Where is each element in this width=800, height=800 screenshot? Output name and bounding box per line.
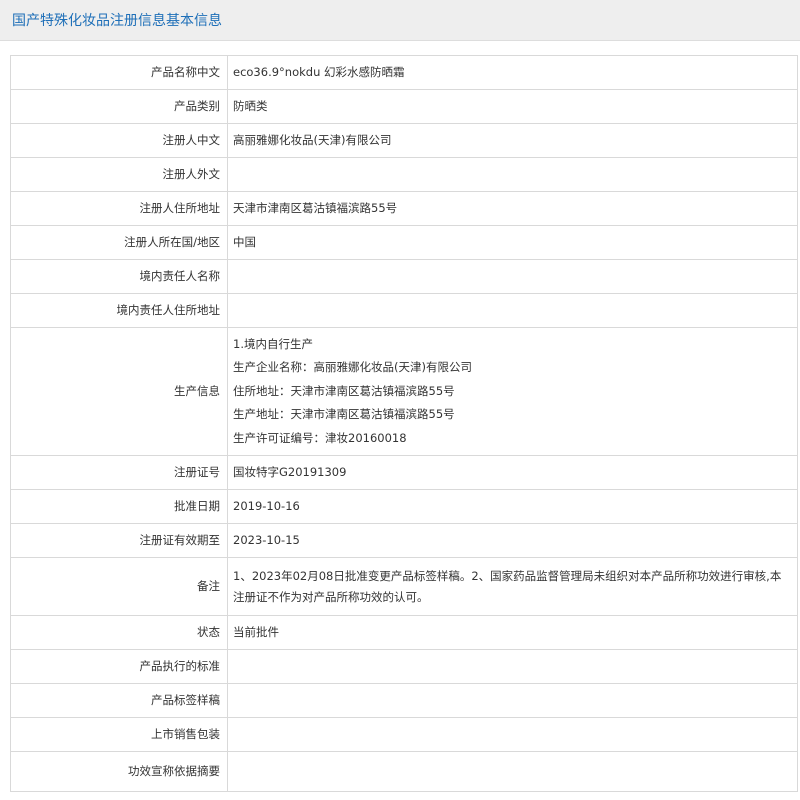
label-efficacy-summary: 功效宣称依据摘要 xyxy=(10,751,228,792)
row-domestic-agent-name: 境内责任人名称 xyxy=(10,259,798,294)
value-product-category: 防晒类 xyxy=(227,89,798,124)
value-remarks: 1、2023年02月08日批准变更产品标签样稿。2、国家药品监督管理局未组织对本… xyxy=(227,557,798,616)
row-domestic-agent-address: 境内责任人住所地址 xyxy=(10,293,798,328)
row-product-standard: 产品执行的标准 xyxy=(10,649,798,684)
row-label-draft: 产品标签样稿 xyxy=(10,683,798,718)
row-approval-date: 批准日期 2019-10-16 xyxy=(10,489,798,524)
value-production-info: 1.境内自行生产 生产企业名称：高丽雅娜化妆品(天津)有限公司 住所地址：天津市… xyxy=(227,327,798,456)
value-registrant-address: 天津市津南区葛沽镇福滨路55号 xyxy=(227,191,798,226)
value-product-standard xyxy=(227,649,798,684)
page-title: 国产特殊化妆品注册信息基本信息 xyxy=(12,13,222,29)
value-valid-until: 2023-10-15 xyxy=(227,523,798,558)
row-status: 状态 当前批件 xyxy=(10,615,798,650)
production-line-company: 生产企业名称：高丽雅娜化妆品(天津)有限公司 xyxy=(233,360,472,375)
label-registrant-foreign: 注册人外文 xyxy=(10,157,228,192)
label-label-draft: 产品标签样稿 xyxy=(10,683,228,718)
label-registrant-address: 注册人住所地址 xyxy=(10,191,228,226)
row-registration-no: 注册证号 国妆特字G20191309 xyxy=(10,455,798,490)
row-registrant-cn: 注册人中文 高丽雅娜化妆品(天津)有限公司 xyxy=(10,123,798,158)
label-valid-until: 注册证有效期至 xyxy=(10,523,228,558)
row-retail-packaging: 上市销售包装 xyxy=(10,717,798,752)
value-domestic-agent-name xyxy=(227,259,798,294)
production-line-site: 生产地址：天津市津南区葛沽镇福滨路55号 xyxy=(233,407,455,422)
row-registrant-address: 注册人住所地址 天津市津南区葛沽镇福滨路55号 xyxy=(10,191,798,226)
row-production-info: 生产信息 1.境内自行生产 生产企业名称：高丽雅娜化妆品(天津)有限公司 住所地… xyxy=(10,327,798,456)
value-domestic-agent-address xyxy=(227,293,798,328)
value-registrant-foreign xyxy=(227,157,798,192)
value-registration-no: 国妆特字G20191309 xyxy=(227,455,798,490)
row-efficacy-summary: 功效宣称依据摘要 xyxy=(10,751,798,792)
row-registrant-country: 注册人所在国/地区 中国 xyxy=(10,225,798,260)
value-status: 当前批件 xyxy=(227,615,798,650)
row-remarks: 备注 1、2023年02月08日批准变更产品标签样稿。2、国家药品监督管理局未组… xyxy=(10,557,798,616)
label-retail-packaging: 上市销售包装 xyxy=(10,717,228,752)
registration-info-table: 产品名称中文 eco36.9°nokdu 幻彩水感防晒霜 产品类别 防晒类 注册… xyxy=(10,55,798,792)
label-product-standard: 产品执行的标准 xyxy=(10,649,228,684)
value-efficacy-summary xyxy=(227,751,798,792)
row-valid-until: 注册证有效期至 2023-10-15 xyxy=(10,523,798,558)
production-line-address: 住所地址：天津市津南区葛沽镇福滨路55号 xyxy=(233,383,455,398)
label-approval-date: 批准日期 xyxy=(10,489,228,524)
value-registrant-cn: 高丽雅娜化妆品(天津)有限公司 xyxy=(227,123,798,158)
header-bar: 国产特殊化妆品注册信息基本信息 xyxy=(0,0,800,41)
label-product-category: 产品类别 xyxy=(10,89,228,124)
row-registrant-foreign: 注册人外文 xyxy=(10,157,798,192)
label-production-info: 生产信息 xyxy=(10,327,228,456)
label-status: 状态 xyxy=(10,615,228,650)
value-registrant-country: 中国 xyxy=(227,225,798,260)
value-product-name-cn: eco36.9°nokdu 幻彩水感防晒霜 xyxy=(227,55,798,90)
production-line-license: 生产许可证编号：津妆20160018 xyxy=(233,430,407,445)
label-registration-no: 注册证号 xyxy=(10,455,228,490)
label-remarks: 备注 xyxy=(10,557,228,616)
label-registrant-country: 注册人所在国/地区 xyxy=(10,225,228,260)
remarks-text: 1、2023年02月08日批准变更产品标签样稿。2、国家药品监督管理局未组织对本… xyxy=(233,568,782,604)
label-registrant-cn: 注册人中文 xyxy=(10,123,228,158)
value-label-draft xyxy=(227,683,798,718)
value-approval-date: 2019-10-16 xyxy=(227,489,798,524)
row-product-name-cn: 产品名称中文 eco36.9°nokdu 幻彩水感防晒霜 xyxy=(10,55,798,90)
production-line-type: 1.境内自行生产 xyxy=(233,336,313,351)
label-domestic-agent-address: 境内责任人住所地址 xyxy=(10,293,228,328)
value-retail-packaging xyxy=(227,717,798,752)
label-domestic-agent-name: 境内责任人名称 xyxy=(10,259,228,294)
page: 国产特殊化妆品注册信息基本信息 产品名称中文 eco36.9°nokdu 幻彩水… xyxy=(0,0,800,800)
label-product-name-cn: 产品名称中文 xyxy=(10,55,228,90)
row-product-category: 产品类别 防晒类 xyxy=(10,89,798,124)
